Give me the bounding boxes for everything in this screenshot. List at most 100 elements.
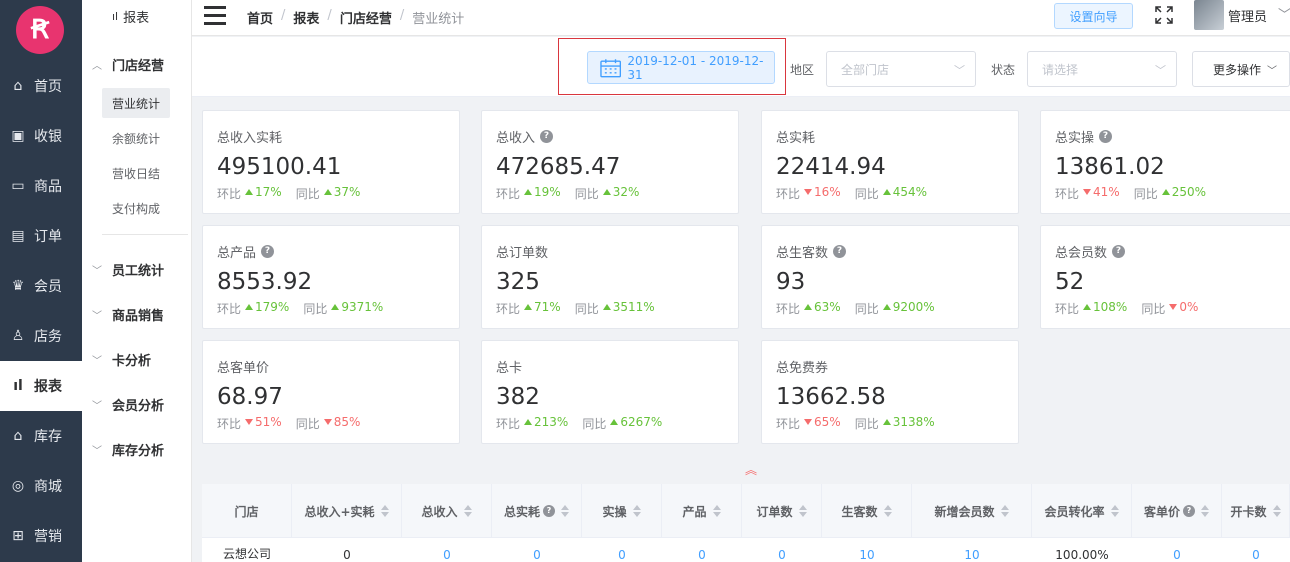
help-icon[interactable]: ? bbox=[1112, 245, 1126, 258]
table-cell[interactable]: 0 bbox=[582, 538, 662, 562]
column-header[interactable]: 新增会员数 bbox=[912, 484, 1032, 538]
sort-icon[interactable] bbox=[1110, 505, 1119, 517]
column-header[interactable]: 总收入+实耗 bbox=[292, 484, 402, 538]
submenu-group-3[interactable]: ﹀ 卡分析 bbox=[82, 344, 192, 374]
column-header[interactable]: 客单价? bbox=[1132, 484, 1222, 538]
table-cell[interactable]: 0 bbox=[1222, 538, 1290, 562]
status-select[interactable]: 请选择 ﹀ bbox=[1027, 51, 1177, 87]
brand-logo[interactable]: Ꞧ bbox=[16, 6, 64, 54]
help-icon[interactable]: ? bbox=[833, 245, 847, 258]
help-icon[interactable]: ? bbox=[540, 130, 554, 143]
help-icon[interactable]: ? bbox=[261, 245, 275, 258]
arrow-up-icon bbox=[245, 304, 254, 310]
metric-compare: 环比 17% 同比 37% bbox=[217, 185, 374, 202]
yoy-value: 3138% bbox=[882, 415, 935, 432]
date-range-picker[interactable]: 2019-12-01 - 2019-12-31 bbox=[587, 51, 775, 84]
nav-item-4[interactable]: ♛ 会员 bbox=[0, 261, 82, 311]
metric-value: 13662.58 bbox=[776, 384, 886, 410]
sort-icon[interactable] bbox=[561, 505, 569, 517]
submenu-item-3[interactable]: 支付构成 bbox=[102, 193, 170, 223]
sort-icon[interactable] bbox=[1272, 505, 1281, 517]
submenu-group-2[interactable]: ﹀ 商品销售 bbox=[82, 299, 192, 329]
column-header[interactable]: 开卡数 bbox=[1222, 484, 1290, 538]
yoy-label: 同比 bbox=[582, 417, 607, 431]
sort-icon[interactable] bbox=[1000, 505, 1009, 517]
mom-label: 环比 bbox=[496, 417, 521, 431]
table-cell[interactable]: 0 bbox=[662, 538, 742, 562]
nav-item-9[interactable]: ⊞ 营销 bbox=[0, 511, 82, 561]
more-actions-button[interactable]: 更多操作 ﹀ bbox=[1192, 51, 1290, 87]
help-icon[interactable]: ? bbox=[1099, 130, 1113, 143]
submenu-group-5[interactable]: ﹀ 库存分析 bbox=[82, 434, 192, 464]
nav-item-0[interactable]: ⌂ 首页 bbox=[0, 61, 82, 111]
nav-item-8[interactable]: ◎ 商城 bbox=[0, 461, 82, 511]
region-select[interactable]: 全部门店 ﹀ bbox=[826, 51, 976, 87]
column-header[interactable]: 产品 bbox=[662, 484, 742, 538]
arrow-up-icon bbox=[882, 189, 891, 195]
arrow-down-icon bbox=[323, 419, 332, 425]
sort-icon[interactable] bbox=[380, 505, 389, 517]
sort-icon[interactable] bbox=[798, 505, 807, 517]
bar-chart-icon: ıl bbox=[112, 9, 119, 23]
nav-item-3[interactable]: ▤ 订单 bbox=[0, 211, 82, 261]
sort-icon[interactable] bbox=[712, 505, 721, 517]
submenu-group-1[interactable]: ﹀ 员工统计 bbox=[82, 254, 192, 284]
setup-guide-button[interactable]: 设置向导 bbox=[1054, 3, 1133, 29]
submenu-item-0[interactable]: 营业统计 bbox=[102, 88, 170, 118]
submenu-group-label: 库存分析 bbox=[112, 443, 165, 459]
table-cell[interactable]: 10 bbox=[912, 538, 1032, 562]
nav-item-6[interactable]: ıl 报表 bbox=[0, 361, 82, 411]
column-header[interactable]: 总收入 bbox=[402, 484, 492, 538]
sort-icon[interactable] bbox=[883, 505, 892, 517]
help-icon[interactable]: ? bbox=[1183, 505, 1195, 517]
sort-icon[interactable] bbox=[463, 505, 472, 517]
chevron-down-icon[interactable]: ﹀ bbox=[1278, 4, 1290, 23]
fullscreen-icon[interactable] bbox=[1154, 5, 1174, 25]
breadcrumb: 首页 / 报表 / 门店经营 / 营业统计 bbox=[247, 8, 472, 27]
breadcrumb-reports[interactable]: 报表 bbox=[293, 8, 319, 27]
sort-icon[interactable] bbox=[632, 505, 641, 517]
submenu-group-label: 商品销售 bbox=[112, 308, 165, 324]
avatar[interactable] bbox=[1194, 0, 1224, 30]
metric-title: 总免费券 bbox=[776, 361, 829, 376]
metric-title: 总生客数? bbox=[776, 242, 847, 261]
table-cell[interactable]: 0 bbox=[402, 538, 492, 562]
breadcrumb-home[interactable]: 首页 bbox=[247, 8, 273, 27]
column-header[interactable]: 订单数 bbox=[742, 484, 822, 538]
hamburger-menu-icon[interactable] bbox=[204, 6, 226, 26]
metric-value: 8553.92 bbox=[217, 269, 313, 295]
submenu-group-0[interactable]: ︿ 门店经营 bbox=[82, 49, 192, 79]
yoy-value: 9371% bbox=[331, 300, 383, 317]
arrow-down-icon bbox=[1169, 304, 1178, 310]
nav-item-7[interactable]: ⌂ 库存 bbox=[0, 411, 82, 461]
metric-card: 总产品? 8553.92 环比 179% 同比 9371% bbox=[202, 225, 460, 329]
crown-icon: ♛ bbox=[11, 278, 25, 294]
user-name[interactable]: 管理员 bbox=[1228, 6, 1267, 25]
breadcrumb-store-ops[interactable]: 门店经营 bbox=[340, 8, 392, 27]
nav-item-2[interactable]: ▭ 商品 bbox=[0, 161, 82, 211]
submenu-item-1[interactable]: 余额统计 bbox=[102, 123, 170, 153]
table-cell[interactable]: 0 bbox=[742, 538, 822, 562]
metric-title: 总卡 bbox=[496, 361, 523, 376]
yoy-label: 同比 bbox=[854, 302, 879, 316]
submenu-group-4[interactable]: ﹀ 会员分析 bbox=[82, 389, 192, 419]
table-cell[interactable]: 0 bbox=[492, 538, 582, 562]
yoy-value: 85% bbox=[323, 415, 360, 432]
submenu-item-2[interactable]: 营收日结 bbox=[102, 158, 170, 188]
table-cell[interactable]: 0 bbox=[1132, 538, 1222, 562]
collapse-up-icon[interactable]: ︽ bbox=[745, 461, 757, 478]
column-header[interactable]: 生客数 bbox=[822, 484, 912, 538]
help-icon[interactable]: ? bbox=[543, 505, 555, 517]
table-cell[interactable]: 10 bbox=[822, 538, 912, 562]
sort-icon[interactable] bbox=[1201, 505, 1209, 517]
column-header[interactable]: 实操 bbox=[582, 484, 662, 538]
column-header[interactable]: 会员转化率 bbox=[1032, 484, 1132, 538]
region-label: 地区 bbox=[790, 63, 815, 77]
nav-item-5[interactable]: ♙ 店务 bbox=[0, 311, 82, 361]
mom-value: 71% bbox=[524, 300, 561, 317]
nav-item-1[interactable]: ▣ 收银 bbox=[0, 111, 82, 161]
metric-card: 总会员数? 52 环比 108% 同比 0% bbox=[1040, 225, 1290, 329]
metric-value: 52 bbox=[1055, 269, 1085, 295]
column-header[interactable]: 总实耗? bbox=[492, 484, 582, 538]
table-cell: 0 bbox=[343, 548, 351, 562]
